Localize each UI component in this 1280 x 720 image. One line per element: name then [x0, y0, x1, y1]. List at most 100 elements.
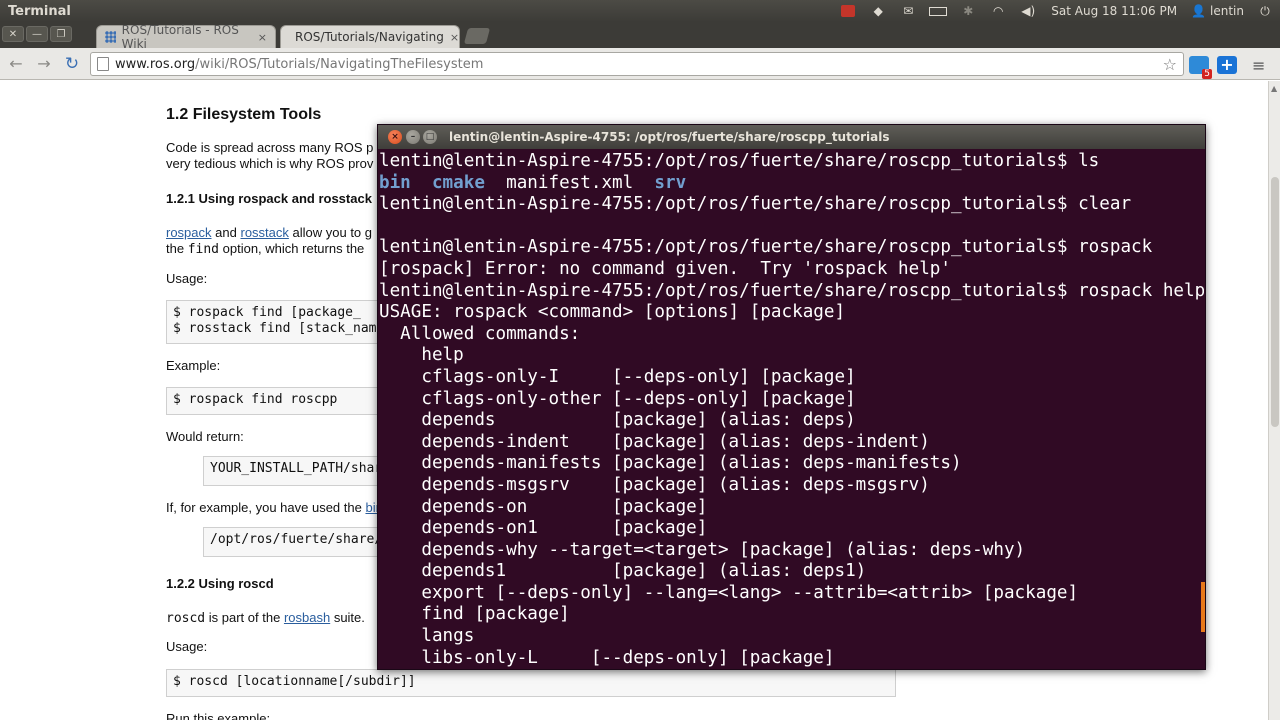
url-host: www.ros.org: [115, 56, 196, 72]
terminal-maximize-button[interactable]: □: [423, 130, 437, 144]
directory-name: cmake: [431, 172, 485, 193]
intro-line-1: Code is spread across many ROS p: [166, 140, 374, 155]
window-minimize-button[interactable]: —: [26, 26, 48, 42]
rospack-link[interactable]: rospack: [166, 225, 212, 240]
terminal-scroll-indicator[interactable]: [1201, 582, 1205, 632]
reload-icon[interactable]: ↻: [60, 52, 84, 76]
terminal-line: export [--deps-only] --lang=<lang> --att…: [379, 582, 1079, 603]
find-option-text: the find option, which returns the: [166, 241, 364, 257]
bookmark-star-icon[interactable]: ☆: [1163, 55, 1177, 74]
ros-favicon-icon: [105, 31, 116, 43]
rosstack-link[interactable]: rosstack: [240, 225, 288, 240]
directory-name: bin: [379, 172, 411, 193]
roscd-usage-codebox: $ roscd [locationname[/subdir]]: [166, 669, 896, 697]
terminal-minimize-button[interactable]: –: [406, 130, 420, 144]
terminal-line: find [package]: [379, 604, 570, 625]
if-example-text: If, for example, you have used the binar…: [166, 500, 407, 515]
active-app-title: Terminal: [8, 3, 71, 19]
terminal-line: depends-msgsrv [package] (alias: deps-ms…: [379, 474, 930, 495]
bluetooth-icon[interactable]: ✱: [953, 0, 983, 22]
user-icon: 👤: [1191, 4, 1207, 18]
terminal-line: cflags-only-I [--deps-only] [package]: [379, 366, 856, 387]
browser-toolbar: ← → ↻ www.ros.org/wiki/ROS/Tutorials/Nav…: [0, 48, 1280, 80]
terminal-line: cflags-only-other [--deps-only] [package…: [379, 388, 856, 409]
roscd-description: roscd is part of the rosbash suite.: [166, 610, 365, 626]
usage-label: Usage:: [166, 271, 208, 286]
subheading-roscd: 1.2.2 Using roscd: [166, 576, 274, 591]
window-restore-button[interactable]: ❐: [50, 26, 72, 42]
battery-icon[interactable]: [923, 0, 953, 22]
directory-name: srv: [654, 172, 687, 193]
intro-line-2: very tedious which is why ROS prov: [166, 156, 374, 171]
tab-label: ROS/Tutorials - ROS Wiki: [121, 23, 239, 51]
menu-wrench-icon[interactable]: ≡: [1252, 56, 1265, 75]
tab-close-icon[interactable]: ×: [450, 31, 459, 44]
wifi-icon[interactable]: ◠: [983, 0, 1013, 22]
new-tab-button[interactable]: [463, 28, 491, 44]
window-controls: ✕ — ❐: [2, 26, 72, 42]
roscd-post: suite.: [333, 610, 365, 625]
indicator-area: ◆ ✉ ✱ ◠ ◀) Sat Aug 18 11:06 PM 👤 lentin …: [833, 0, 1280, 22]
terminal-line: depends-manifests [package] (alias: deps…: [379, 453, 962, 474]
extension-badge: 5: [1202, 69, 1212, 79]
terminal-line: libs-only-L [--deps-only] [package]: [379, 647, 835, 668]
roscd-code: roscd: [166, 611, 206, 626]
terminal-window[interactable]: × – □ lentin@lentin-Aspire-4755: /opt/ro…: [377, 124, 1206, 670]
terminal-line: help: [379, 345, 464, 366]
terminal-line: depends-why --target=<target> [package] …: [379, 539, 1026, 560]
option-post: option, which returns the: [222, 241, 365, 256]
would-return-label: Would return:: [166, 429, 244, 444]
user-name: lentin: [1210, 4, 1244, 18]
terminal-output[interactable]: lentin@lentin-Aspire-4755:/opt/ros/fuert…: [378, 151, 1204, 671]
example-label: Example:: [166, 358, 221, 373]
window-close-button[interactable]: ✕: [2, 26, 24, 42]
terminal-line: depends-indent [package] (alias: deps-in…: [379, 431, 930, 452]
record-icon[interactable]: [833, 0, 863, 22]
tab-navigating-filesystem[interactable]: ROS/Tutorials/Navigating ×: [280, 25, 460, 48]
tab-ros-tutorials[interactable]: ROS/Tutorials - ROS Wiki ×: [96, 23, 276, 51]
rospack-description: rospack and rosstack allow you to g: [166, 225, 372, 240]
terminal-line: USAGE: rospack <command> [options] [pack…: [379, 302, 846, 323]
roscd-pre: is part of the: [208, 610, 281, 625]
terminal-line: langs: [379, 626, 475, 647]
power-icon[interactable]: ⏻: [1250, 0, 1280, 22]
mail-icon[interactable]: ✉: [893, 0, 923, 22]
extension-icon[interactable]: 5: [1189, 56, 1212, 79]
terminal-title: lentin@lentin-Aspire-4755: /opt/ros/fuer…: [449, 130, 890, 144]
terminal-line: lentin@lentin-Aspire-4755:/opt/ros/fuert…: [379, 280, 1204, 301]
terminal-line: lentin@lentin-Aspire-4755:/opt/ros/fuert…: [379, 237, 1153, 258]
page-scrollbar[interactable]: ▲: [1268, 81, 1280, 720]
terminal-line: lentin@lentin-Aspire-4755:/opt/ros/fuert…: [379, 194, 1132, 215]
tab-label: ROS/Tutorials/Navigating: [295, 30, 444, 44]
scroll-up-arrow-icon[interactable]: ▲: [1271, 84, 1279, 93]
option-pre: the: [166, 241, 185, 256]
allow-text: allow you to g: [292, 225, 373, 240]
find-code: find: [187, 242, 220, 257]
forward-arrow-icon[interactable]: →: [32, 52, 56, 76]
terminal-titlebar[interactable]: × – □ lentin@lentin-Aspire-4755: /opt/ro…: [378, 125, 1205, 149]
terminal-text: manifest.xml: [484, 172, 655, 193]
add-icon[interactable]: +: [1217, 56, 1237, 74]
run-example-label: Run this example:: [166, 711, 271, 720]
scroll-thumb[interactable]: [1271, 177, 1279, 427]
terminal-line: depends-on1 [package]: [379, 518, 708, 539]
volume-icon[interactable]: ◀): [1013, 0, 1043, 22]
clock[interactable]: Sat Aug 18 11:06 PM: [1043, 4, 1185, 18]
back-arrow-icon[interactable]: ←: [4, 52, 28, 76]
terminal-line: lentin@lentin-Aspire-4755:/opt/ros/fuert…: [379, 151, 1100, 171]
section-heading: 1.2 Filesystem Tools: [166, 106, 322, 123]
url-path: /wiki/ROS/Tutorials/NavigatingTheFilesys…: [195, 56, 484, 72]
address-bar[interactable]: www.ros.org/wiki/ROS/Tutorials/Navigatin…: [90, 52, 1184, 76]
terminal-line: bin cmake manifest.xml srv: [379, 173, 1204, 195]
user-menu[interactable]: 👤 lentin: [1185, 4, 1250, 18]
terminal-close-button[interactable]: ×: [388, 130, 402, 144]
if-example-pre: If, for example, you have used the: [166, 500, 362, 515]
tab-close-icon[interactable]: ×: [258, 31, 267, 44]
usage-label-2: Usage:: [166, 639, 208, 654]
rosbash-link[interactable]: rosbash: [284, 610, 330, 625]
system-top-panel: Terminal ◆ ✉ ✱ ◠ ◀) Sat Aug 18 11:06 PM …: [0, 0, 1280, 22]
dropbox-icon[interactable]: ◆: [863, 0, 893, 22]
subheading-rospack: 1.2.1 Using rospack and rosstack: [166, 191, 372, 206]
terminal-line: depends1 [package] (alias: deps1): [379, 561, 867, 582]
